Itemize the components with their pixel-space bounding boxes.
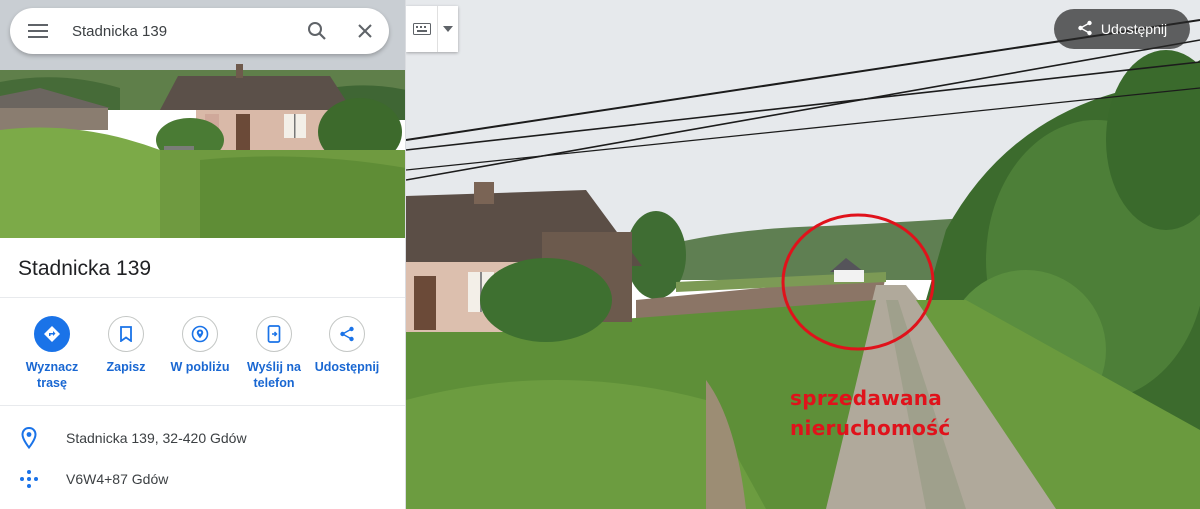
search-input[interactable]: Stadnicka 139 <box>66 23 293 40</box>
send-to-phone-button[interactable]: Wyślij na telefon <box>233 316 315 391</box>
streetview-share-button[interactable]: Udostępnij <box>1054 9 1190 49</box>
address-row[interactable]: Stadnicka 139, 32-420 Gdów <box>0 418 405 458</box>
keyboard-shortcuts-control[interactable] <box>406 6 458 52</box>
annotation-line-2: nieruchomość <box>790 416 951 440</box>
location-pin-icon <box>0 427 62 449</box>
nearby-label: W pobliżu <box>170 360 230 374</box>
place-title: Stadnicka 139 <box>18 257 152 280</box>
close-icon[interactable] <box>341 8 389 54</box>
place-panel: Stadnicka 139 Stadnicka 139 Wyznacz tras… <box>0 0 406 509</box>
street-view[interactable]: Udostępnij sprzedawana nieruchomość <box>406 0 1200 509</box>
action-buttons: Wyznacz trasę Zapisz W pobliżu Wyślij na… <box>0 316 405 396</box>
directions-icon <box>34 316 70 352</box>
directions-label: Wyznacz trasę <box>25 360 79 390</box>
search-icon[interactable] <box>293 8 341 54</box>
share-icon <box>1077 20 1093 39</box>
divider <box>0 405 405 406</box>
keyboard-icon[interactable] <box>406 6 438 52</box>
share-icon <box>329 316 365 352</box>
plus-code-icon <box>0 468 62 490</box>
address-text: Stadnicka 139, 32-420 Gdów <box>66 430 247 446</box>
bookmark-icon <box>108 316 144 352</box>
plus-code-text: V6W4+87 Gdów <box>66 471 169 487</box>
nearby-icon <box>182 316 218 352</box>
directions-button[interactable]: Wyznacz trasę <box>11 316 93 391</box>
annotation-line-1: sprzedawana <box>790 386 943 410</box>
plus-code-row[interactable]: V6W4+87 Gdów <box>0 459 405 499</box>
phone-icon <box>256 316 292 352</box>
share-button[interactable]: Udostępnij <box>306 316 388 375</box>
nearby-button[interactable]: W pobliżu <box>159 316 241 375</box>
chevron-down-icon[interactable] <box>438 6 458 52</box>
send-to-phone-label: Wyślij na telefon <box>247 360 301 390</box>
streetview-share-label: Udostępnij <box>1100 21 1168 37</box>
share-label: Udostępnij <box>314 360 380 374</box>
save-label: Zapisz <box>106 360 146 374</box>
search-box[interactable]: Stadnicka 139 <box>10 8 389 54</box>
save-button[interactable]: Zapisz <box>85 316 167 375</box>
divider <box>0 297 405 298</box>
menu-icon[interactable] <box>10 8 66 54</box>
annotation-text: sprzedawana nieruchomość <box>790 383 951 443</box>
